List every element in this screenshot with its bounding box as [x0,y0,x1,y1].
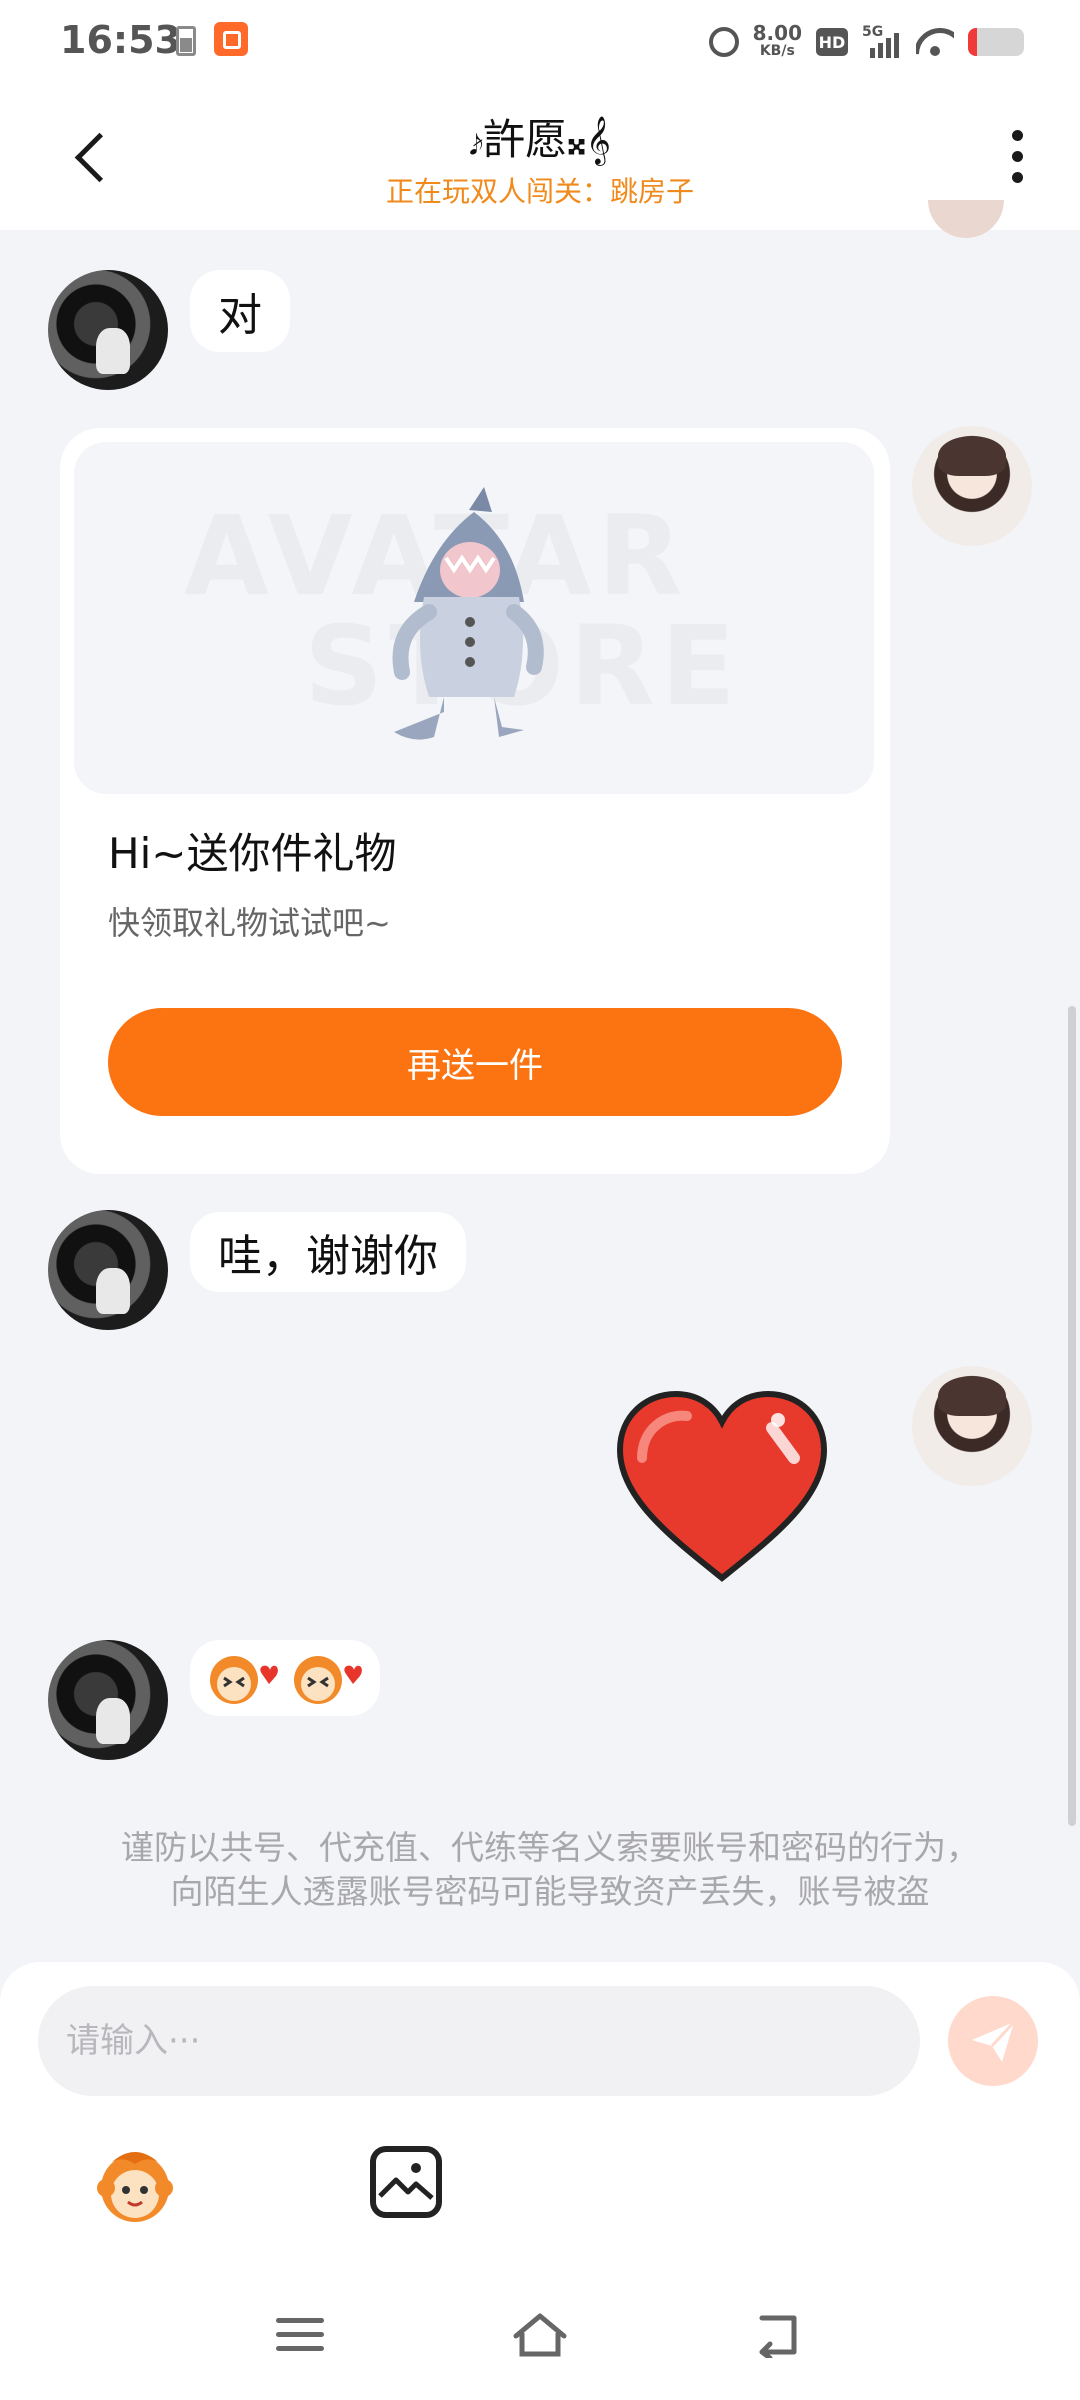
gift-card[interactable]: AVATAR STORE Hi~送你件礼物 快领取礼物试试吧~ 再送一件 [60,428,890,1174]
network-speed-unit: KB/s [759,43,795,59]
scrollbar[interactable] [1068,1006,1076,1826]
battery-saver-icon [176,26,196,56]
message-text: 对 [218,290,262,341]
gift-title: Hi~送你件礼物 [108,829,397,878]
chat-title: 𝆔許愿𝄪𝄞 [469,115,611,164]
my-avatar[interactable] [912,426,1032,546]
nav-recents-icon[interactable] [276,2318,324,2354]
hd-icon: HD [816,28,848,56]
monkey-emoji-icon [210,1656,278,1704]
chat-header: 𝆔許愿𝄪𝄞 正在玩双人闯关：跳房子 [0,84,1080,230]
friend-avatar[interactable] [48,1210,168,1330]
app-notification-icon [214,22,248,56]
nav-home-icon[interactable] [512,2310,568,2360]
network-speed-value: 8.00 [752,21,802,45]
emoji-icon[interactable] [92,2142,178,2228]
send-another-gift-button[interactable]: 再送一件 [108,1008,842,1116]
message-bubble[interactable]: 对 [190,270,290,352]
send-icon[interactable] [948,1996,1038,2086]
status-bar: 16:53 8.00 KB/s HD 5G [0,0,1080,84]
message-input[interactable] [38,1986,920,2096]
emoji-message-bubble[interactable] [190,1640,380,1716]
warning-line: 向陌生人透露账号密码可能导致资产丢失，账号被盗 [170,1872,930,1911]
chat-status-subtitle[interactable]: 正在玩双人闯关：跳房子 [0,170,1080,210]
more-vertical-icon[interactable] [1012,130,1024,184]
wifi-icon [916,28,954,56]
network-speed: 8.00 KB/s [752,21,802,60]
friend-avatar[interactable] [48,1640,168,1760]
nav-back-icon[interactable] [754,2312,804,2358]
status-icons: 8.00 KB/s HD 5G [708,18,1024,66]
input-panel [0,1962,1080,2400]
security-warning: 谨防以共号、代充值、代练等名义索要账号和密码的行为， 向陌生人透露账号密码可能导… [60,1826,1040,1914]
shark-costume-figure [392,487,544,740]
gift-image: AVATAR STORE [74,442,874,794]
gift-description: 快领取礼物试试吧~ [108,904,391,942]
message-bubble[interactable]: 哇，谢谢你 [190,1212,466,1292]
my-avatar[interactable] [912,1366,1032,1486]
partial-avatar[interactable] [928,200,1004,238]
warning-line: 谨防以共号、代充值、代练等名义索要账号和密码的行为， [121,1828,979,1867]
status-time: 16:53 [60,18,181,62]
alarm-icon [708,27,739,57]
image-glyph [378,2163,434,2200]
message-text: 哇，谢谢你 [218,1231,438,1282]
image-icon[interactable] [370,2146,442,2218]
heart-sticker[interactable] [612,1388,832,1588]
battery-icon [968,28,1024,56]
send-glyph [972,2020,1016,2062]
signal-icon: 5G [862,24,902,58]
network-type: 5G [862,24,884,40]
friend-avatar[interactable] [48,270,168,390]
monkey-emoji-icon [294,1656,362,1704]
